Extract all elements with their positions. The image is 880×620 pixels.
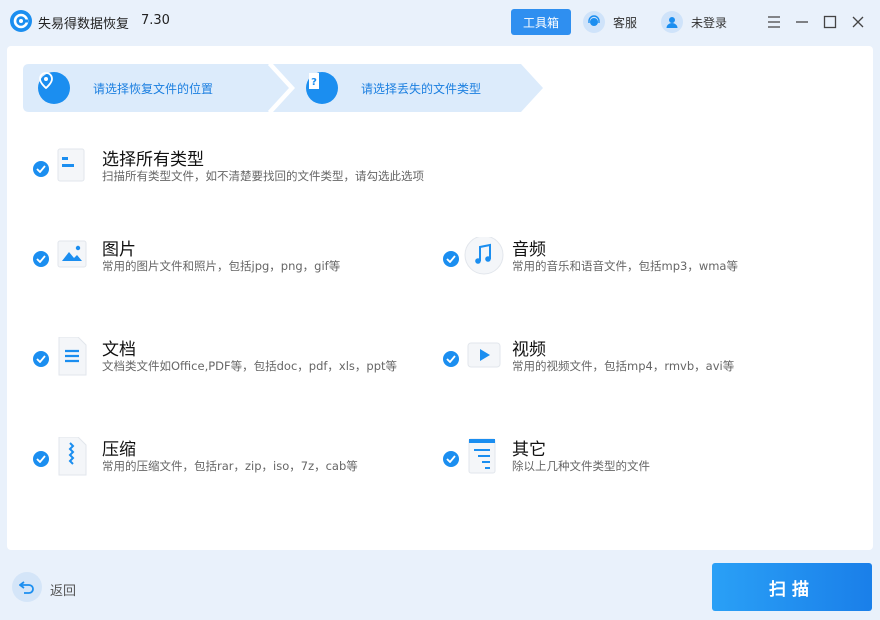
option-all-types[interactable]: 选择所有类型 扫描所有类型文件，如不清楚要找回的文件类型，请勾选此选项 [33,152,453,202]
headset-icon [583,11,605,33]
title-bar: 失易得数据恢复 7.30 工具箱 客服 未登录 [0,0,880,44]
option-title: 选择所有类型 [102,145,204,170]
step-1-label: 请选择恢复文件的位置 [93,80,213,97]
option-desc: 常用的视频文件，包括mp4，rmvb，avi等 [512,358,734,374]
option-image[interactable]: 图片 常用的图片文件和照片，包括jpg，png，gif等 [33,242,433,292]
minimize-icon[interactable] [794,14,810,30]
main-panel: 请选择恢复文件的位置 ? 请选择丢失的文件类型 选择所有类型 扫描所有类型文件，… [7,46,873,550]
option-desc: 常用的压缩文件，包括rar，zip，iso，7z，cab等 [102,458,358,474]
option-title: 视频 [512,335,546,360]
login-button[interactable]: 未登录 [661,10,727,34]
toolbox-button[interactable]: 工具箱 [511,9,571,35]
image-icon [56,237,88,277]
maximize-icon[interactable] [822,14,838,30]
option-video[interactable]: 视频 常用的视频文件，包括mp4，rmvb，avi等 [443,342,843,392]
login-label: 未登录 [691,14,727,31]
location-pin-icon [38,72,70,104]
menu-icon[interactable] [766,14,782,30]
checkbox-checked-icon[interactable] [33,351,49,367]
all-types-icon [56,147,88,187]
other-files-icon [466,437,498,477]
option-archive[interactable]: 压缩 常用的压缩文件，包括rar，zip，iso，7z，cab等 [33,442,433,492]
option-desc: 除以上几种文件类型的文件 [512,458,650,474]
document-icon [56,337,88,377]
video-icon [466,337,498,377]
step-indicator: 请选择恢复文件的位置 ? 请选择丢失的文件类型 [23,64,545,112]
question-icon: ? [306,72,338,104]
zip-file-icon [56,437,88,477]
customer-service-button[interactable]: 客服 [583,10,637,34]
option-title: 文档 [102,335,136,360]
app-title: 失易得数据恢复 [38,13,129,32]
option-title: 压缩 [102,435,136,460]
option-title: 音频 [512,235,546,260]
option-desc: 扫描所有类型文件，如不清楚要找回的文件类型，请勾选此选项 [102,168,424,184]
svg-text:?: ? [311,77,317,88]
checkbox-checked-icon[interactable] [443,451,459,467]
checkbox-checked-icon[interactable] [443,351,459,367]
app-logo-icon [10,10,32,32]
option-title: 其它 [512,435,546,460]
checkbox-checked-icon[interactable] [443,251,459,267]
close-icon[interactable] [850,14,866,30]
app-version: 7.30 [141,13,170,28]
option-title: 图片 [102,235,136,260]
option-desc: 文档类文件如Office,PDF等，包括doc，pdf，xls，ppt等 [102,358,397,374]
scan-button[interactable]: 扫描 [712,563,872,611]
back-button[interactable]: 返回 [50,580,76,599]
option-audio[interactable]: 音频 常用的音乐和语音文件，包括mp3，wma等 [443,242,843,292]
checkbox-checked-icon[interactable] [33,251,49,267]
customer-service-label: 客服 [613,14,637,31]
checkbox-checked-icon[interactable] [33,451,49,467]
option-other[interactable]: 其它 除以上几种文件类型的文件 [443,442,843,492]
user-icon [661,11,683,33]
back-arrow-icon[interactable] [12,572,42,602]
checkbox-checked-icon[interactable] [33,161,49,177]
option-desc: 常用的音乐和语音文件，包括mp3，wma等 [512,258,738,274]
option-document[interactable]: 文档 文档类文件如Office,PDF等，包括doc，pdf，xls，ppt等 [33,342,433,392]
step-2-label: 请选择丢失的文件类型 [361,80,481,97]
option-desc: 常用的图片文件和照片，包括jpg，png，gif等 [102,258,340,274]
music-note-icon [464,237,504,277]
